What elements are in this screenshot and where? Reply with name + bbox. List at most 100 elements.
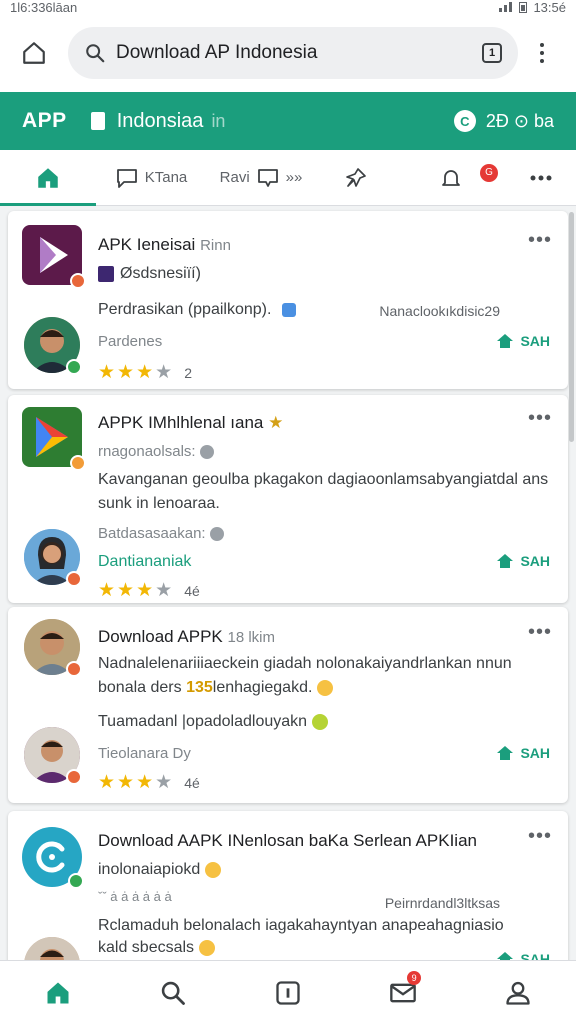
nav-profile[interactable]: [488, 963, 548, 1023]
card-title[interactable]: Download AAPK INenlosan baKa Serlean APK…: [98, 831, 477, 851]
tab-home[interactable]: [0, 150, 96, 206]
card-body: sunk in lenoaraa.: [98, 495, 220, 513]
star-icon: ★: [117, 580, 135, 601]
star-icon: ★: [136, 772, 154, 793]
profile-icon: [506, 981, 531, 1005]
tab-messages[interactable]: Ravi »»: [206, 150, 316, 206]
star-empty-icon: ★: [155, 362, 173, 383]
card-meta: ˇˇ ȧ ȧ ȧ ȧ ȧ ȧ: [98, 889, 172, 904]
house-icon: [497, 554, 514, 568]
address-bar[interactable]: Download AP Indonesia 1: [68, 27, 518, 79]
avatar[interactable]: [24, 937, 80, 960]
browser-toolbar: Download AP Indonesia 1: [0, 14, 576, 92]
app-card[interactable]: APK Ieneisai Rinn ••• Øsdsnesiïí) Perdra…: [8, 211, 568, 389]
card-meta: Peirnrdandl3ltksas: [384, 895, 500, 911]
card-tagline: Dantiananiak: [98, 553, 192, 570]
address-bar-text[interactable]: Download AP Indonesia: [116, 42, 472, 64]
card-more-button[interactable]: •••: [528, 229, 552, 252]
online-badge-icon: [68, 873, 84, 889]
scrollbar[interactable]: [569, 212, 574, 442]
battery-icon: [519, 2, 528, 13]
card-subtitle: rnagonaolsals:: [98, 443, 214, 460]
search-icon: [161, 981, 185, 1005]
rating-count: 4é: [184, 774, 200, 791]
save-button[interactable]: SAH: [496, 951, 550, 960]
save-button[interactable]: SAH: [496, 333, 550, 349]
tab-chat[interactable]: KTana: [96, 150, 206, 206]
header-actions-text[interactable]: 2Ð ⊙ ba: [486, 111, 554, 132]
nav-home[interactable]: [28, 963, 88, 1023]
tab-pinned[interactable]: [316, 150, 396, 206]
browser-home-button[interactable]: [14, 33, 54, 73]
app-brand[interactable]: APP: [22, 109, 67, 133]
rating-count: 2: [184, 364, 192, 381]
search-icon: [86, 44, 105, 63]
app-region[interactable]: Indonsiaa: [117, 110, 204, 133]
card-title[interactable]: Download APPK 18 lkim: [98, 627, 275, 647]
emoji-icon: [316, 679, 333, 696]
rating: ★ ★ ★ ★ 4é: [98, 579, 200, 602]
nav-search[interactable]: [143, 963, 203, 1023]
emoji-icon: [198, 939, 215, 956]
card-tagline: Tieolanara Dy: [98, 745, 191, 762]
nav-mail[interactable]: 9: [373, 963, 433, 1023]
card-title[interactable]: APK Ieneisai Rinn: [98, 235, 231, 255]
card-subtitle-text: inolonaiapiokd: [98, 861, 201, 878]
rating: ★ ★ ★ ★ 2: [98, 361, 192, 384]
browser-menu-button[interactable]: [530, 43, 554, 63]
app-icon-play[interactable]: [22, 225, 86, 289]
card-body-highlight: 135: [186, 679, 213, 696]
star-icon: ★: [98, 772, 116, 793]
app-badge-icon: [66, 661, 82, 677]
signal-icon: [499, 2, 513, 12]
card-subtitle: inolonaiapiokd: [98, 861, 221, 879]
info-icon: [199, 445, 214, 460]
card-body: Rclamaduh belonalach iagakahayntyan anap…: [98, 917, 504, 934]
app-card[interactable]: Download APPK 18 lkim ••• Nadnalelenarii…: [8, 607, 568, 803]
card-more-button[interactable]: •••: [528, 621, 552, 644]
card-body-text: kald sbecsals: [98, 939, 195, 956]
star-empty-icon: ★: [155, 580, 173, 601]
house-icon: [497, 334, 514, 348]
app-card[interactable]: APPK IMhlhlenal ıana ★ ••• rnagonaolsals…: [8, 395, 568, 603]
tab-messages-label: Ravi: [219, 169, 250, 186]
house-icon: [497, 952, 514, 960]
home-icon: [47, 982, 69, 1003]
header-badge[interactable]: C: [453, 110, 476, 132]
card-secondary-text: Tuamadanl |opadoladlouyakn: [98, 713, 308, 730]
save-button[interactable]: SAH: [496, 745, 550, 761]
info-icon: [209, 527, 224, 542]
card-body-text: sunk in lenoaraa.: [98, 495, 220, 512]
app-badge-icon: [66, 769, 82, 785]
app-icon-play-store[interactable]: [22, 407, 86, 471]
card-more-button[interactable]: •••: [528, 407, 552, 430]
tab-notifications[interactable]: G: [396, 150, 506, 206]
emoji-icon: [204, 861, 221, 878]
card-secondary-text: Batdasasaakan:: [98, 525, 206, 542]
notification-badge: G: [480, 163, 498, 182]
rating: ★ ★ ★ ★ 4é: [98, 771, 200, 794]
card-title-suffix: 18 lkim: [227, 629, 275, 646]
app-header: APP Indonsiaa in C 2Ð ⊙ ba: [0, 92, 576, 150]
card-secondary: Pardenes: [98, 333, 163, 350]
tab-more[interactable]: [506, 150, 576, 206]
verified-check-icon: [98, 266, 114, 282]
card-title-suffix: Rinn: [200, 237, 231, 254]
save-button[interactable]: SAH: [496, 553, 550, 569]
status-bar: 1l6:336lāan 13:5é: [0, 0, 576, 15]
star-icon: ★: [136, 362, 154, 383]
app-card[interactable]: Download AAPK INenlosan baKa Serlean APK…: [8, 811, 568, 960]
card-title[interactable]: APPK IMhlhlenal ıana ★: [98, 413, 283, 433]
star-icon: ★: [98, 580, 116, 601]
feed[interactable]: APK Ieneisai Rinn ••• Øsdsnesiïí) Perdra…: [0, 207, 576, 960]
tabs-icon: [276, 980, 300, 1005]
save-label: SAH: [520, 553, 550, 569]
lock-icon: [90, 112, 105, 130]
nav-tabs[interactable]: [258, 963, 318, 1023]
app-icon-chat[interactable]: [22, 827, 84, 889]
card-more-button[interactable]: •••: [528, 825, 552, 848]
tab-switcher-button[interactable]: 1: [482, 43, 502, 63]
emoji-icon: [311, 713, 328, 730]
status-left-text: 1l6:336lāan: [10, 0, 78, 15]
card-title-text: APK Ieneisai: [98, 235, 196, 254]
